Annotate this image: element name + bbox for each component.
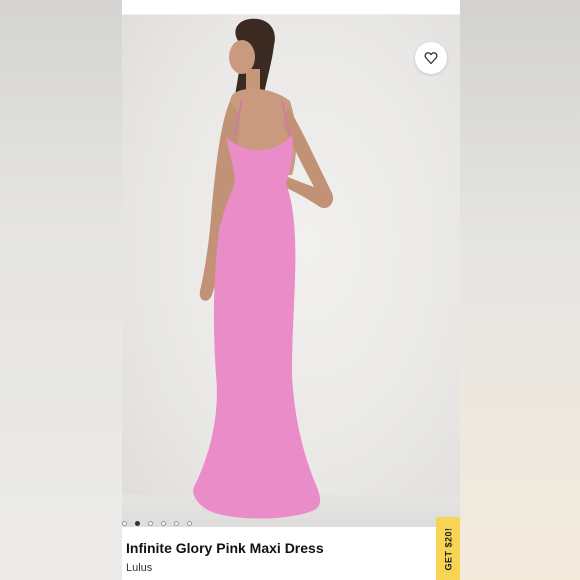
gallery-dot[interactable]	[161, 520, 166, 526]
gallery-dot[interactable]	[187, 520, 192, 526]
favorite-button[interactable]	[415, 42, 447, 74]
heart-icon	[424, 52, 438, 65]
gallery-dot[interactable]	[135, 520, 140, 526]
get-20-label: GET $20!	[443, 526, 454, 571]
product-photo[interactable]	[122, 15, 460, 527]
model-illustration	[193, 18, 334, 519]
gallery-dot[interactable]	[122, 520, 127, 526]
background-left	[0, 0, 122, 580]
get-20-button[interactable]: GET $20!	[436, 517, 460, 580]
gallery-dot[interactable]	[148, 520, 153, 526]
gallery-dots	[122, 518, 192, 528]
background-right	[460, 0, 580, 580]
product-brand[interactable]: Lulus	[126, 562, 152, 574]
product-card: Infinite Glory Pink Maxi Dress Lulus	[122, 0, 460, 580]
gallery-dot[interactable]	[174, 520, 179, 526]
product-title[interactable]: Infinite Glory Pink Maxi Dress	[126, 540, 324, 556]
top-bar	[122, 0, 460, 15]
